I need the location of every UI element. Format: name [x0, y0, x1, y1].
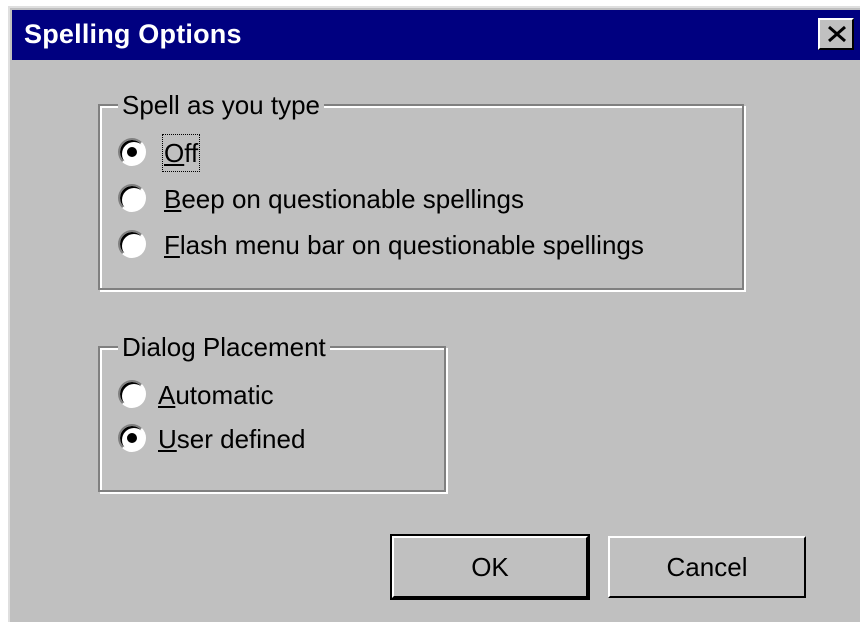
- spell-as-you-type-group: Spell as you type Off Beep on questionab…: [98, 90, 744, 290]
- cancel-button[interactable]: Cancel: [608, 536, 806, 598]
- radio-label-off[interactable]: Off: [161, 134, 201, 172]
- close-icon: [828, 25, 846, 43]
- radio-label-automatic[interactable]: Automatic: [158, 378, 274, 412]
- radio-button[interactable]: [118, 138, 146, 166]
- radio-button[interactable]: [118, 380, 146, 408]
- close-button[interactable]: [818, 18, 854, 50]
- dialog-placement-group: Dialog Placement Automatic User defined: [98, 332, 446, 492]
- dialog-placement-label: Dialog Placement: [118, 332, 330, 362]
- window-title: Spelling Options: [24, 19, 242, 49]
- radio-label-user-defined[interactable]: User defined: [158, 422, 305, 456]
- radio-selected-dot: [127, 433, 137, 443]
- ok-button[interactable]: OK: [390, 534, 590, 600]
- spell-as-you-type-label: Spell as you type: [118, 90, 325, 120]
- radio-label-beep[interactable]: Beep on questionable spellings: [164, 182, 524, 216]
- spelling-options-dialog: Spelling Options Spell as you type Off B…: [8, 6, 860, 622]
- radio-selected-dot: [127, 147, 137, 157]
- radio-button[interactable]: [118, 424, 146, 452]
- radio-button[interactable]: [118, 230, 146, 258]
- radio-button[interactable]: [118, 184, 146, 212]
- radio-label-flash-menu-bar[interactable]: Flash menu bar on questionable spellings: [164, 228, 644, 262]
- title-bar[interactable]: Spelling Options: [12, 10, 860, 60]
